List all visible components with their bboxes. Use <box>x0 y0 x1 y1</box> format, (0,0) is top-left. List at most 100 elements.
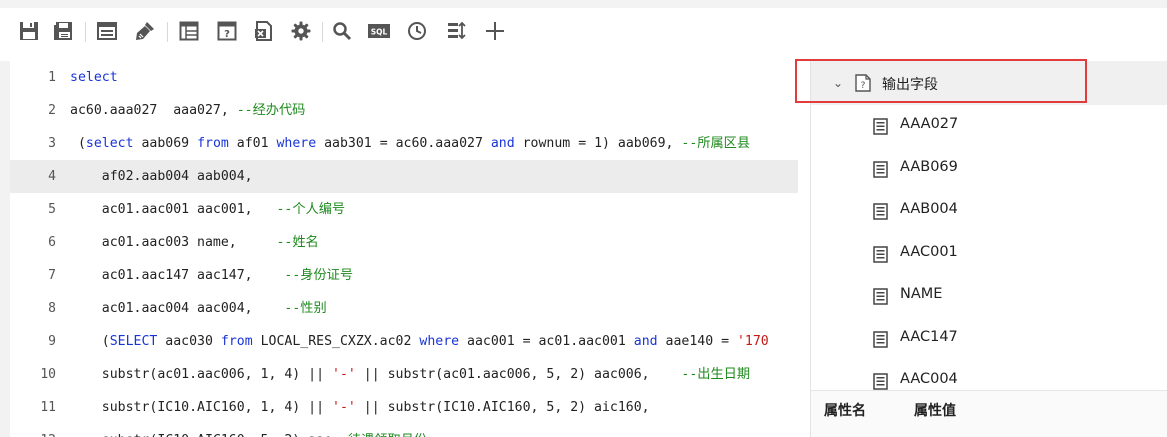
sql-comment: --姓名 <box>276 235 319 250</box>
code-text: ac01.aac147 aac147, --身份证号 <box>70 259 353 292</box>
code-text: ac60.aaa027 aaa027, --经办代码 <box>70 94 305 127</box>
fields-panel: ⌄ ? 输出字段 AAA027 AAB069 AAB004 AAC001 NAME AAC… <box>795 59 1167 437</box>
code-line[interactable]: 11 substr(IC10.AIC160, 1, 4) || '-' || s… <box>10 391 798 424</box>
property-value-header: 属性值 <box>914 403 956 419</box>
sql-token: aac001 = ac01.aac001 <box>459 334 634 349</box>
tree-field-item[interactable]: AAB069 <box>811 148 1167 190</box>
sql-comment: --身份证号 <box>284 268 354 283</box>
tree-field-item[interactable]: AAA027 <box>811 105 1167 147</box>
tree-root-output-fields[interactable]: ⌄ ? 输出字段 <box>795 59 1167 105</box>
line-number: 9 <box>48 334 56 349</box>
line-number: 4 <box>48 169 56 184</box>
field-label: NAME <box>900 286 943 302</box>
sql-keyword: select <box>70 70 118 85</box>
sql-keyword: where <box>419 334 460 349</box>
code-text: ac01.aac001 aac001, --个人编号 <box>70 193 345 226</box>
line-number: 1 <box>48 70 56 85</box>
line-number: 12 <box>10 424 56 437</box>
sql-editor[interactable]: 1 select 2 ac60.aaa027 aaa027, --经办代码 3 (sel… <box>0 61 811 437</box>
toolbar-separator <box>322 22 323 42</box>
sort-icon[interactable] <box>446 20 468 42</box>
sql-keyword: SELECT <box>109 334 158 349</box>
code-text: ac01.aac004 aac004, --性别 <box>70 292 327 325</box>
sql-comment: --个人编号 <box>276 202 346 217</box>
code-text: af02.aab004 aab004, <box>70 160 253 193</box>
tree-field-item[interactable]: AAC147 <box>811 318 1167 360</box>
field-document-icon <box>873 160 888 182</box>
sql-comment: --出生日期 <box>681 367 751 382</box>
sql-token: substr(ac01.aac006, 1, 4) || <box>70 367 333 382</box>
sql-keyword: where <box>276 136 317 151</box>
code-line[interactable]: 5 ac01.aac001 aac001, --个人编号 <box>10 193 798 226</box>
sql-keyword: from <box>197 136 229 151</box>
sql-icon-text: SQL <box>371 28 388 37</box>
sql-comment: --经办代码 <box>236 103 306 118</box>
field-label: AAC001 <box>900 243 958 260</box>
line-number: 6 <box>48 235 56 250</box>
code-line[interactable]: 8 ac01.aac004 aac004, --性别 <box>10 292 798 325</box>
sql-token: rownum = 1) aab069, <box>514 136 682 151</box>
code-line[interactable]: 2 ac60.aaa027 aaa027, --经办代码 <box>10 94 798 127</box>
line-number: 5 <box>48 202 56 217</box>
tree-field-item[interactable]: AAB004 <box>811 190 1167 232</box>
code-text: substr(IC10.AIC160, 5, 2) aae--待遇领取月份 <box>70 424 427 437</box>
svg-text:?: ? <box>861 81 866 91</box>
editor-left-gutter <box>0 61 10 437</box>
gear-icon[interactable] <box>290 20 312 42</box>
sql-token: LOCAL_RES_CXZX.ac02 <box>252 334 420 349</box>
code-line[interactable]: 4 af02.aab004 aab004, <box>10 160 798 193</box>
sql-token: af01 <box>228 136 277 151</box>
tree-root-label: 输出字段 <box>882 77 938 93</box>
tree-field-item[interactable]: NAME <box>811 275 1167 317</box>
field-label: AAB069 <box>900 158 958 175</box>
sql-token: aac030 <box>157 334 221 349</box>
layout-icon[interactable] <box>96 20 118 42</box>
sql-keyword: from <box>220 334 253 349</box>
sql-keyword: select <box>85 136 134 151</box>
toolbar: ? SQL <box>0 8 1167 58</box>
code-line[interactable]: 10 substr(ac01.aac006, 1, 4) || '-' || s… <box>10 358 798 391</box>
code-line[interactable]: 7 ac01.aac147 aac147, --身份证号 <box>10 259 798 292</box>
sql-token: af02.aab004 aab004, <box>70 169 253 184</box>
line-number: 11 <box>40 400 56 415</box>
code-line[interactable]: 3 (select aab069 from af01 where aab301 … <box>10 127 798 160</box>
property-name-header: 属性名 <box>824 403 866 419</box>
chevron-down-icon[interactable]: ⌄ <box>833 76 843 90</box>
code-line[interactable]: 6 ac01.aac003 name, --姓名 <box>10 226 798 259</box>
format-brush-icon[interactable] <box>134 20 156 42</box>
code-line[interactable]: 1 select <box>10 61 798 94</box>
save-icon[interactable] <box>18 20 40 42</box>
sql-token: ac01.aac147 aac147, <box>70 268 285 283</box>
code-line[interactable]: 9 (SELECT aac030 from LOCAL_RES_CXZX.ac0… <box>10 325 798 358</box>
tree-field-item[interactable]: AAC001 <box>811 233 1167 275</box>
sql-token: || substr(IC10.AIC160, 5, 2) aic160, <box>355 400 650 415</box>
sql-icon[interactable]: SQL <box>368 20 390 42</box>
editor-scrollbar[interactable] <box>798 61 810 437</box>
sql-token: || substr(ac01.aac006, 5, 2) aac006, <box>355 367 682 382</box>
history-icon[interactable] <box>406 20 428 42</box>
sql-token: aab301 = ac60.aaa027 <box>316 136 491 151</box>
save-as-icon[interactable] <box>52 20 74 42</box>
export-icon[interactable] <box>253 20 275 42</box>
field-label: AAB004 <box>900 201 958 217</box>
sql-token: ac01.aac001 aac001, <box>70 202 277 217</box>
field-label: AAA027 <box>900 116 959 132</box>
field-label: AAC147 <box>900 328 958 345</box>
sql-token: aae140 = <box>657 334 737 349</box>
sql-token: ac01.aac003 name, <box>70 235 277 250</box>
sql-string: '170 <box>736 334 769 349</box>
code-line[interactable]: 12 substr(IC10.AIC160, 5, 2) aae--待遇领取月份 <box>10 424 798 437</box>
field-document-icon <box>873 203 888 224</box>
toolbar-separator <box>85 22 86 42</box>
search-icon[interactable] <box>331 20 353 42</box>
sql-string: '-' <box>332 367 356 382</box>
table-icon[interactable] <box>178 20 200 42</box>
field-document-icon <box>873 245 888 267</box>
field-label: AAC004 <box>900 371 958 387</box>
help-window-icon[interactable]: ? <box>216 20 238 42</box>
line-number: 3 <box>48 136 56 151</box>
properties-header: 属性名 属性值 <box>811 391 1167 437</box>
add-icon[interactable] <box>484 20 506 42</box>
sql-token: ( <box>70 334 110 349</box>
code-text: substr(IC10.AIC160, 1, 4) || '-' || subs… <box>70 391 650 424</box>
